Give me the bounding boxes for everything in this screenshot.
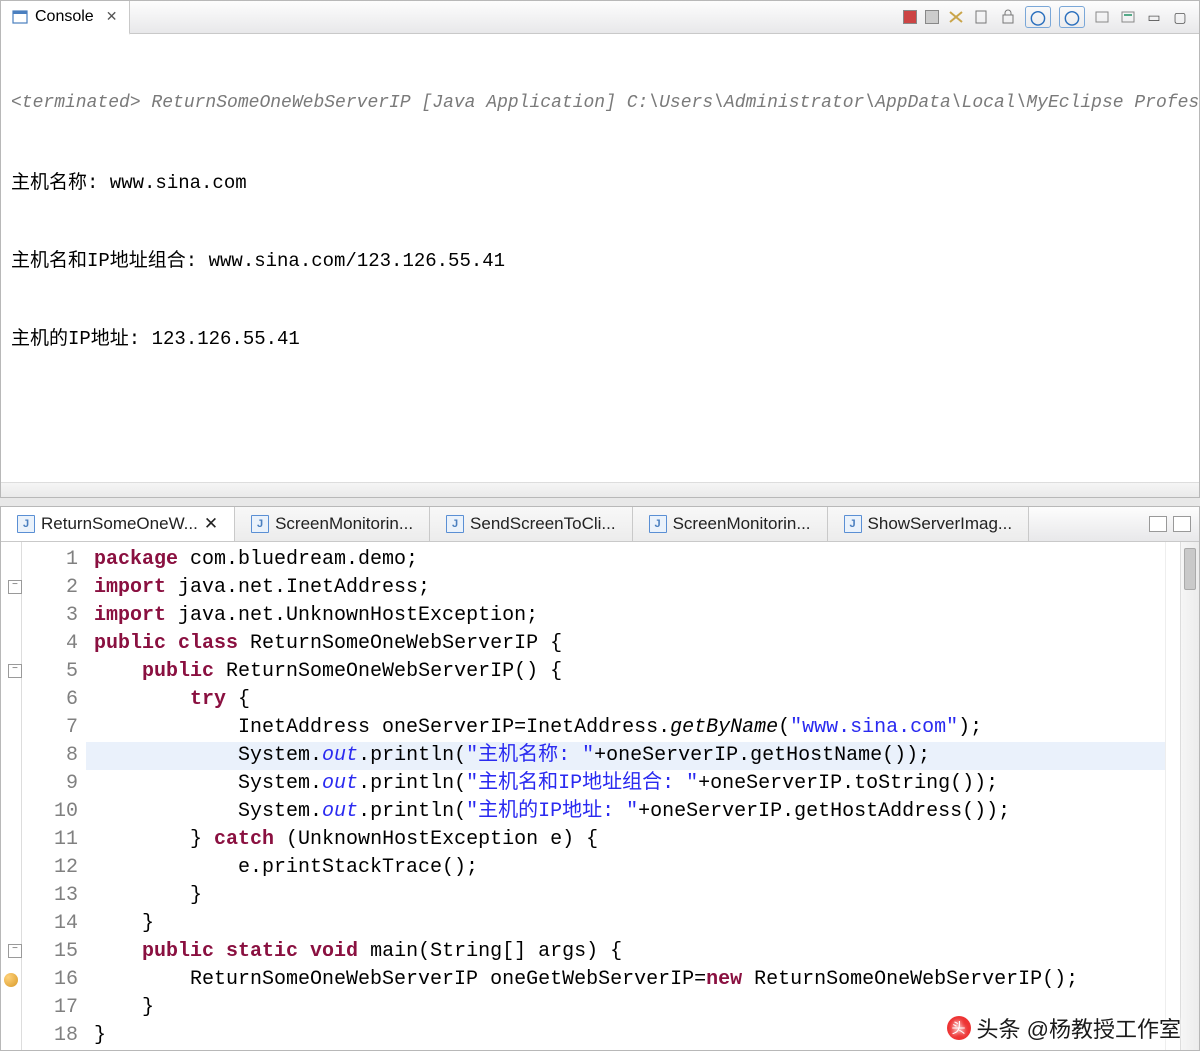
remove-launch-icon[interactable] xyxy=(925,10,939,24)
console-line: 主机名和IP地址组合: www.sina.com/123.126.55.41 xyxy=(11,248,1189,274)
horizontal-scrollbar[interactable] xyxy=(1,482,1199,497)
watermark: 头 头条 @杨教授工作室 xyxy=(947,1012,1181,1044)
code-line[interactable]: } xyxy=(86,910,1165,938)
editor-tabbar: JReturnSomeOneW...✕JScreenMonitorin...JS… xyxy=(1,507,1199,542)
java-file-icon: J xyxy=(446,515,464,533)
code-line[interactable]: } catch (UnknownHostException e) { xyxy=(86,826,1165,854)
java-file-icon: J xyxy=(251,515,269,533)
minimize-icon[interactable]: ▭ xyxy=(1145,8,1163,26)
editor-tab-label: ScreenMonitorin... xyxy=(275,514,413,534)
editor-tab-label: ScreenMonitorin... xyxy=(673,514,811,534)
line-number[interactable]: 10 xyxy=(22,798,78,826)
remove-all-icon[interactable] xyxy=(947,8,965,26)
terminate-icon[interactable] xyxy=(903,10,917,24)
java-file-icon: J xyxy=(17,515,35,533)
code-area[interactable]: package com.bluedream.demo;import java.n… xyxy=(86,542,1165,1050)
code-line[interactable]: System.out.println("主机名和IP地址组合: "+oneSer… xyxy=(86,770,1165,798)
code-line[interactable]: InetAddress oneServerIP=InetAddress.getB… xyxy=(86,714,1165,742)
editor-tab[interactable]: J ShowServerImag... xyxy=(828,507,1030,541)
line-number[interactable]: 13 xyxy=(22,882,78,910)
code-editor[interactable]: 12−345−6789101112131415−161718 package c… xyxy=(1,542,1199,1050)
line-number[interactable]: 9 xyxy=(22,770,78,798)
maximize-editor-icon[interactable] xyxy=(1173,516,1191,532)
line-number[interactable]: 12 xyxy=(22,854,78,882)
line-number[interactable]: 14 xyxy=(22,910,78,938)
maximize-icon[interactable]: ▢ xyxy=(1171,8,1189,26)
editor-tab-label: SendScreenToCli... xyxy=(470,514,616,534)
close-icon[interactable]: ✕ xyxy=(104,8,120,25)
code-line[interactable]: public static void main(String[] args) { xyxy=(86,938,1165,966)
clear-console-icon[interactable] xyxy=(973,8,991,26)
line-number[interactable]: 1 xyxy=(22,546,78,574)
fold-toggle-icon[interactable]: − xyxy=(8,664,22,678)
code-line[interactable]: public ReturnSomeOneWebServerIP() { xyxy=(86,658,1165,686)
java-file-icon: J xyxy=(649,515,667,533)
console-toolbar: ◯ ◯ ▭ ▢ xyxy=(903,6,1199,28)
java-file-icon: J xyxy=(844,515,862,533)
console-line: 主机名称: www.sina.com xyxy=(11,170,1189,196)
line-number[interactable]: 18 xyxy=(22,1022,78,1050)
editor-tab[interactable]: J SendScreenToCli... xyxy=(430,507,633,541)
vertical-scrollbar[interactable] xyxy=(1180,542,1199,1050)
line-number[interactable]: 16 xyxy=(22,966,78,994)
overview-ruler[interactable] xyxy=(1165,542,1180,1050)
minimize-editor-icon[interactable] xyxy=(1149,516,1167,532)
code-line[interactable]: package com.bluedream.demo; xyxy=(86,546,1165,574)
line-number[interactable]: 11 xyxy=(22,826,78,854)
code-line[interactable]: ReturnSomeOneWebServerIP oneGetWebServer… xyxy=(86,966,1165,994)
code-line[interactable]: System.out.println("主机的IP地址: "+oneServer… xyxy=(86,798,1165,826)
display-selected-icon[interactable] xyxy=(1119,8,1137,26)
console-panel: Console ✕ ◯ ◯ ▭ ▢ <terminated> ReturnSom… xyxy=(0,0,1200,498)
console-output[interactable]: <terminated> ReturnSomeOneWebServerIP [J… xyxy=(1,34,1199,482)
show-console-icon[interactable]: ◯ xyxy=(1025,6,1051,28)
editor-tab-label: ShowServerImag... xyxy=(868,514,1013,534)
editor-tab-label: ReturnSomeOneW... xyxy=(41,514,198,534)
watermark-logo-icon: 头 xyxy=(947,1016,971,1040)
fold-toggle-icon[interactable]: − xyxy=(8,944,22,958)
line-number[interactable]: 15− xyxy=(22,938,78,966)
editor-tab[interactable]: J ReturnSomeOneW... ✕ xyxy=(1,507,235,541)
line-number[interactable]: 4 xyxy=(22,630,78,658)
code-line[interactable]: e.printStackTrace(); xyxy=(86,854,1165,882)
editor-tab[interactable]: J ScreenMonitorin... xyxy=(235,507,430,541)
scrollbar-thumb[interactable] xyxy=(1184,548,1196,590)
line-number[interactable]: 8 xyxy=(22,742,78,770)
code-line[interactable]: import java.net.InetAddress; xyxy=(86,574,1165,602)
console-tabbar: Console ✕ ◯ ◯ ▭ ▢ xyxy=(1,1,1199,34)
breakpoint-icon[interactable] xyxy=(4,973,18,987)
line-number[interactable]: 17 xyxy=(22,994,78,1022)
line-number[interactable]: 3 xyxy=(22,602,78,630)
tab-console[interactable]: Console ✕ xyxy=(1,1,130,35)
line-number[interactable]: 7 xyxy=(22,714,78,742)
code-line[interactable]: public class ReturnSomeOneWebServerIP { xyxy=(86,630,1165,658)
code-line[interactable]: try { xyxy=(86,686,1165,714)
line-number[interactable]: 6 xyxy=(22,686,78,714)
terminated-status-line: <terminated> ReturnSomeOneWebServerIP [J… xyxy=(11,90,1189,116)
editor-panel: JReturnSomeOneW...✕JScreenMonitorin...JS… xyxy=(0,506,1200,1051)
line-number[interactable]: 2− xyxy=(22,574,78,602)
watermark-text: 头条 @杨教授工作室 xyxy=(977,1012,1181,1044)
code-line[interactable]: import java.net.UnknownHostException; xyxy=(86,602,1165,630)
code-line[interactable]: System.out.println("主机名称: "+oneServerIP.… xyxy=(86,742,1165,770)
pin-console-icon[interactable]: ◯ xyxy=(1059,6,1085,28)
close-icon[interactable]: ✕ xyxy=(204,514,218,534)
fold-toggle-icon[interactable]: − xyxy=(8,580,22,594)
code-line[interactable]: } xyxy=(86,882,1165,910)
line-number[interactable]: 5− xyxy=(22,658,78,686)
open-console-icon[interactable] xyxy=(1093,8,1111,26)
line-number-gutter[interactable]: 12−345−6789101112131415−161718 xyxy=(22,542,86,1050)
scroll-lock-icon[interactable] xyxy=(999,8,1017,26)
console-line: 主机的IP地址: 123.126.55.41 xyxy=(11,326,1189,352)
editor-tab[interactable]: J ScreenMonitorin... xyxy=(633,507,828,541)
console-tab-label: Console xyxy=(35,8,94,26)
console-icon xyxy=(11,8,29,26)
